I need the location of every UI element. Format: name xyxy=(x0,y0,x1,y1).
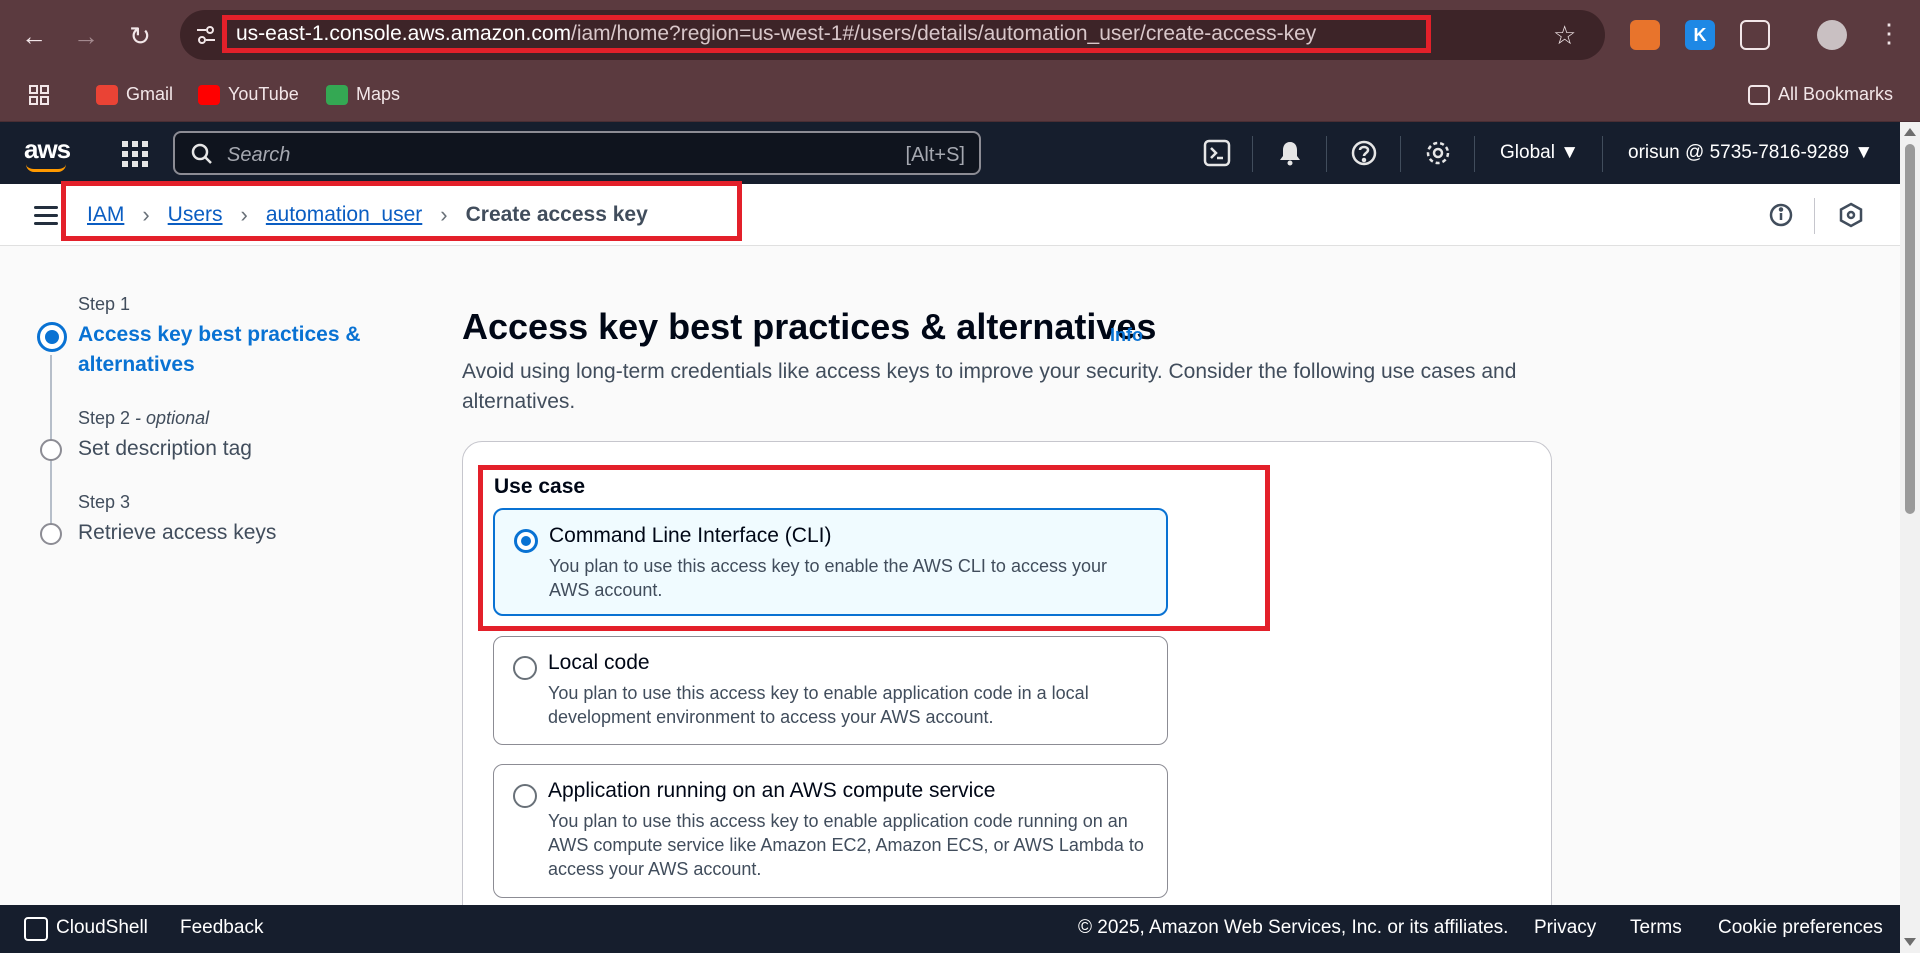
step-1-indicator xyxy=(37,322,67,352)
bookmarks-bar: Gmail YouTube Maps All Bookmarks xyxy=(0,70,1920,122)
apps-grid-icon[interactable] xyxy=(28,84,50,106)
page-scrollbar[interactable] xyxy=(1900,122,1920,953)
page-description: Avoid using long-term credentials like a… xyxy=(462,360,1517,413)
bookmark-maps[interactable]: Maps xyxy=(326,84,400,105)
nav-divider xyxy=(1400,136,1401,172)
page-title: Access key best practices & alternatives xyxy=(462,306,1157,347)
scroll-down-icon[interactable] xyxy=(1904,938,1916,946)
k-extension-icon[interactable]: K xyxy=(1685,20,1715,50)
browser-toolbar: ← → ↻ us-east-1.console.aws.amazon.com/i… xyxy=(0,0,1920,70)
nav-divider xyxy=(1326,136,1327,172)
cloudshell-link[interactable]: CloudShell xyxy=(56,917,148,939)
bookmark-youtube[interactable]: YouTube xyxy=(198,84,299,105)
copyright-text: © 2025, Amazon Web Services, Inc. or its… xyxy=(1078,917,1509,938)
all-bookmarks[interactable]: All Bookmarks xyxy=(1748,84,1893,105)
folder-icon xyxy=(1748,84,1770,105)
bookmark-label: Gmail xyxy=(126,84,174,104)
help-icon[interactable] xyxy=(1350,139,1378,167)
scroll-thumb[interactable] xyxy=(1905,144,1915,514)
step-3-title: Retrieve access keys xyxy=(78,521,277,544)
aws-top-nav: aws Search [Alt+S] Global ▼ orisun @ 573… xyxy=(0,122,1900,184)
region-selector[interactable]: Global ▼ xyxy=(1500,142,1579,164)
console-footer: CloudShell Feedback © 2025, Amazon Web S… xyxy=(0,905,1900,953)
info-circle-icon[interactable] xyxy=(1768,202,1794,228)
breadcrumb-highlight-box xyxy=(61,181,742,241)
gear-icon[interactable] xyxy=(1424,139,1452,167)
bell-icon[interactable] xyxy=(1276,139,1304,167)
scroll-up-icon[interactable] xyxy=(1904,128,1916,136)
step-2-indicator xyxy=(40,439,62,461)
all-bookmarks-label: All Bookmarks xyxy=(1778,84,1894,104)
info-link[interactable]: Info xyxy=(1110,325,1143,346)
aws-search-input[interactable]: Search [Alt+S] xyxy=(173,131,981,175)
maps-icon xyxy=(326,84,348,105)
forward-icon[interactable]: → xyxy=(70,20,102,52)
search-icon xyxy=(191,143,212,164)
reload-icon[interactable]: ↻ xyxy=(124,20,156,52)
browser-menu-icon[interactable]: ⋮ xyxy=(1876,18,1902,49)
extensions-puzzle-icon[interactable] xyxy=(1740,20,1770,50)
back-icon[interactable]: ← xyxy=(18,20,50,52)
crumb-divider xyxy=(1814,198,1815,234)
search-placeholder: Search xyxy=(227,144,291,166)
profile-avatar[interactable] xyxy=(1817,20,1847,50)
step-2-title: Set description tag xyxy=(78,437,252,460)
radio-aws-compute[interactable] xyxy=(513,784,537,808)
cloudshell-icon[interactable] xyxy=(1203,139,1231,167)
nav-divider xyxy=(1602,136,1603,172)
bookmark-star-icon[interactable]: ☆ xyxy=(1553,20,1576,51)
url-highlight-box xyxy=(222,15,1431,53)
cookie-preferences-link[interactable]: Cookie preferences xyxy=(1718,917,1883,939)
hexagon-settings-icon[interactable] xyxy=(1838,202,1864,228)
gmail-icon xyxy=(96,84,118,105)
feedback-link[interactable]: Feedback xyxy=(180,917,263,939)
step-1-title[interactable]: Access key best practices & alternatives xyxy=(78,320,378,380)
step-3-indicator xyxy=(40,523,62,545)
step-2-label: Step 2 - optional xyxy=(78,408,209,429)
hamburger-menu-icon[interactable] xyxy=(34,206,58,226)
use-case-highlight-box xyxy=(478,465,1270,631)
option-aws-compute[interactable]: Application running on an AWS compute se… xyxy=(493,764,1168,898)
privacy-link[interactable]: Privacy xyxy=(1534,917,1596,939)
option-local-code[interactable]: Local code You plan to use this access k… xyxy=(493,636,1168,745)
aws-logo[interactable]: aws xyxy=(24,134,71,165)
bookmark-gmail[interactable]: Gmail xyxy=(96,84,173,105)
option-title: Local code xyxy=(548,651,650,674)
nav-divider xyxy=(1252,136,1253,172)
fox-extension-icon[interactable] xyxy=(1630,20,1660,50)
nav-divider xyxy=(1474,136,1475,172)
option-title: Application running on an AWS compute se… xyxy=(548,779,996,802)
cloudshell-footer-icon[interactable] xyxy=(24,917,48,941)
terms-link[interactable]: Terms xyxy=(1630,917,1682,939)
site-info-icon[interactable] xyxy=(194,23,218,47)
bookmark-label: Maps xyxy=(356,84,401,104)
youtube-icon xyxy=(198,84,220,105)
step-2-label-text: Step 2 xyxy=(78,408,131,428)
bookmark-label: YouTube xyxy=(228,84,299,104)
option-description: You plan to use this access key to enabl… xyxy=(548,811,1144,879)
services-menu-icon[interactable] xyxy=(122,141,148,167)
account-menu[interactable]: orisun @ 5735-7816-9289 ▼ xyxy=(1628,142,1873,164)
search-shortcut: [Alt+S] xyxy=(905,144,965,166)
step-2-optional: - optional xyxy=(130,408,210,428)
aws-logo-smile xyxy=(26,164,66,172)
step-3-label: Step 3 xyxy=(78,492,131,512)
step-1-label: Step 1 xyxy=(78,294,131,314)
radio-local-code[interactable] xyxy=(513,656,537,680)
option-description: You plan to use this access key to enabl… xyxy=(548,683,1089,727)
